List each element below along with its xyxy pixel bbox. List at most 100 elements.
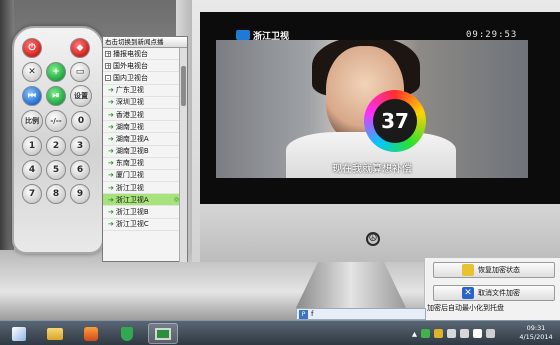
- channel-list-item[interactable]: ➔ 广东卫视: [103, 85, 181, 97]
- security-tray-icon[interactable]: [421, 329, 430, 338]
- digit-label: 0: [77, 116, 85, 126]
- clock-time: 09:31: [526, 324, 546, 332]
- channel-list-item[interactable]: ➔ 湖南卫视: [103, 121, 181, 134]
- notification-strip[interactable]: P f: [296, 308, 426, 320]
- channel-label: 播报电视台: [113, 49, 148, 58]
- network-icon[interactable]: [447, 329, 456, 338]
- close-icon: ✕: [462, 287, 474, 299]
- previous-button[interactable]: ⏮: [22, 86, 42, 106]
- restore-encryption-label: 恢复加密状态: [478, 266, 520, 274]
- channel-label: 湖南卫视A: [115, 134, 149, 143]
- channel-list-panel: 右击切换到新闻点播 + 播报电视台 + 国外电视台 - 国内卫视台 ➔ 广东卫视 ➔ 深圳卫视 ➔ 香…: [102, 36, 188, 262]
- warning-tray-icon[interactable]: [434, 329, 443, 338]
- restore-encryption-button[interactable]: 恢复加密状态: [433, 262, 555, 278]
- minimize-to-tray-caption: 加密后自动最小化到托盘: [427, 304, 504, 312]
- input-method-icon[interactable]: [473, 329, 482, 338]
- cancel-encryption-label: 取消文件加密: [478, 289, 520, 297]
- arrow-right-icon: ➔: [108, 122, 114, 131]
- tray-expand-icon[interactable]: ▲: [412, 330, 417, 338]
- digit-7-button[interactable]: 7: [22, 184, 42, 204]
- aspect-button[interactable]: 比例: [21, 110, 43, 132]
- arrow-right-icon: ➔: [108, 183, 114, 192]
- expand-toggle-icon[interactable]: -: [105, 74, 111, 81]
- settings-button[interactable]: 设置: [70, 85, 92, 107]
- channel-list-item[interactable]: ➔ 浙江卫视: [103, 182, 181, 195]
- channel-group-item[interactable]: - 国内卫视台: [103, 72, 181, 85]
- channel-group-item[interactable]: + 播报电视台: [103, 48, 181, 61]
- channel-list-item[interactable]: ➔ 浙江卫视C: [103, 219, 181, 231]
- taskbar-security[interactable]: [112, 323, 142, 344]
- monitor: 浙江卫视 09:29:53 37 现在我就算想补偿 ☮: [192, 0, 560, 262]
- cancel-encryption-button[interactable]: ✕ 取消文件加密: [433, 285, 555, 301]
- channel-label: 香港卫视: [115, 110, 144, 119]
- digit-6-button[interactable]: 6: [70, 160, 90, 180]
- lock-icon: [462, 264, 474, 276]
- scrollbar-thumb[interactable]: [181, 66, 186, 106]
- encryption-panel: 恢复加密状态 ✕ 取消文件加密 加密后自动最小化到托盘: [424, 258, 560, 320]
- player-clock: 09:29:53: [466, 30, 518, 40]
- channel-list-item[interactable]: ➔ 厦门卫视: [103, 170, 181, 183]
- arrow-right-icon: ➔: [108, 86, 114, 95]
- channel-label: 厦门卫视: [115, 171, 144, 180]
- volume-up-button[interactable]: +: [46, 62, 66, 82]
- channel-list-item[interactable]: ➔ 东南卫视: [103, 158, 181, 170]
- start-button[interactable]: [4, 323, 34, 344]
- taskbar-media[interactable]: [76, 323, 106, 344]
- pip-button[interactable]: ▭: [70, 62, 90, 82]
- peace-symbol-icon: ☮: [366, 232, 380, 246]
- channel-list-scrollbar[interactable]: [179, 48, 187, 262]
- arrow-right-icon: ➔: [108, 195, 114, 204]
- digit-toggle-button[interactable]: -/--: [45, 110, 67, 132]
- digit-label: 9: [76, 189, 84, 199]
- channel-list-item[interactable]: ➔ 湖南卫视B: [103, 146, 181, 158]
- digit-9-button[interactable]: 9: [70, 184, 90, 204]
- channel-list-item[interactable]: ➔ 湖南卫视A: [103, 133, 181, 146]
- countdown-number: 37: [373, 99, 417, 143]
- digit-1-button[interactable]: 1: [22, 136, 42, 156]
- arrow-right-icon: ➔: [108, 98, 114, 107]
- taskbar-explorer[interactable]: [40, 323, 70, 344]
- channel-list-header[interactable]: 右击切换到新闻点播: [103, 37, 187, 48]
- digit-2-button[interactable]: 2: [46, 136, 66, 156]
- channel-list: + 播报电视台 + 国外电视台 - 国内卫视台 ➔ 广东卫视 ➔ 深圳卫视 ➔ 香港卫视 ➔ 湖南卫视 ➔ 湖…: [103, 48, 181, 231]
- clock-date: 4/15/2014: [519, 333, 553, 341]
- monitor-chin: [200, 204, 560, 262]
- digit-4-button[interactable]: 4: [22, 160, 42, 180]
- stop-button[interactable]: ◆: [70, 38, 90, 58]
- taskbar-tv-player[interactable]: [148, 323, 178, 344]
- mute-icon: ✕: [28, 67, 36, 77]
- volume-icon[interactable]: [460, 329, 469, 338]
- monitor-icon: [155, 327, 171, 340]
- remote-control: ⏻ ◆ ✕ + ▭ ⏮ ⏯ 设置 比例 -/-- 0 1 2 3 4 5 6 7…: [12, 26, 104, 254]
- channel-list-item[interactable]: ➔ 浙江卫视B: [103, 206, 181, 219]
- settings-label: 设置: [74, 92, 88, 100]
- video-frame[interactable]: 37 现在我就算想补偿: [216, 40, 528, 178]
- aspect-label: 比例: [25, 117, 39, 125]
- plus-icon: +: [52, 67, 60, 77]
- channel-label: 浙江卫视C: [115, 220, 149, 229]
- stop-icon: ◆: [76, 43, 84, 53]
- digit-0-button[interactable]: 0: [71, 111, 91, 131]
- play-pause-button[interactable]: ⏯: [46, 86, 66, 106]
- arrow-right-icon: ➔: [108, 147, 114, 156]
- channel-group-item[interactable]: + 国外电视台: [103, 60, 181, 73]
- channel-label: 东南卫视: [115, 159, 144, 168]
- expand-toggle-icon[interactable]: +: [105, 50, 111, 57]
- taskbar-clock[interactable]: 09:31 4/15/2014: [516, 324, 556, 342]
- power-button[interactable]: ⏻: [22, 38, 42, 58]
- mute-button[interactable]: ✕: [22, 62, 42, 82]
- digit-label: 2: [52, 141, 60, 151]
- expand-toggle-icon[interactable]: +: [105, 62, 111, 69]
- digit-label: 4: [28, 165, 36, 175]
- digit-8-button[interactable]: 8: [46, 184, 66, 204]
- pip-icon: ▭: [75, 67, 85, 77]
- channel-label: 湖南卫视: [115, 122, 144, 131]
- channel-list-item[interactable]: ➔ 浙江卫视A ◎: [103, 194, 181, 207]
- zhejiang-tv-logo-icon: [236, 30, 250, 40]
- video-subtitle: 现在我就算想补偿: [332, 164, 412, 175]
- channel-list-item[interactable]: ➔ 香港卫视: [103, 109, 181, 122]
- digit-5-button[interactable]: 5: [46, 160, 66, 180]
- chat-icon[interactable]: [486, 329, 495, 338]
- digit-3-button[interactable]: 3: [70, 136, 90, 156]
- channel-list-item[interactable]: ➔ 深圳卫视: [103, 97, 181, 109]
